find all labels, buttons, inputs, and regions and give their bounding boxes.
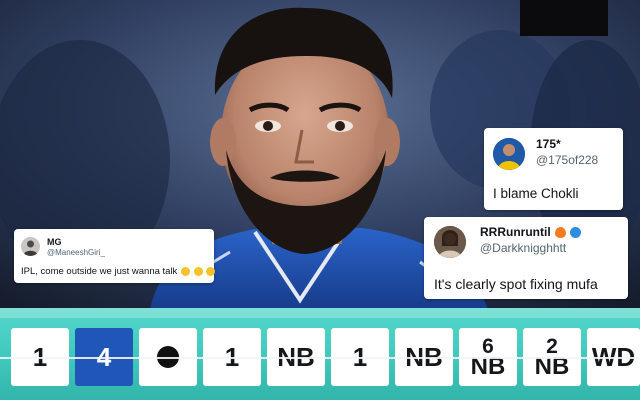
loudly-crying-face-icon: [206, 267, 216, 276]
tweet-card-mg[interactable]: MG @ManeeshGiri_ IPL, come outside we ju…: [14, 229, 216, 283]
tweet-card-175[interactable]: 175* @175of228 I blame Chokli: [484, 128, 623, 210]
avatar: [493, 138, 525, 170]
collage-divider-line: [0, 357, 640, 359]
tweet-author-name-text: RRRunruntil: [480, 225, 551, 239]
tweet-author-name: 175*: [536, 137, 561, 151]
tweet-author-handle: @Darkknigghhtt: [480, 241, 567, 255]
over-summary-strip: 1 4 1 NB 1 NB 6 NB: [0, 308, 640, 400]
tweet-text: It's clearly spot fixing mufa: [434, 276, 598, 292]
tweet-author-name: RRRunruntil: [480, 225, 582, 239]
corner-black-box: [520, 0, 608, 36]
tweet-text: I blame Chokli: [493, 186, 579, 201]
broadcast-frame: MG @ManeeshGiri_ IPL, come outside we ju…: [0, 0, 640, 400]
fire-icon: [555, 227, 566, 238]
loudly-crying-face-icon: [193, 267, 203, 276]
ball-row: 1 4 1 NB 1 NB 6 NB: [0, 328, 640, 392]
avatar: [21, 237, 40, 256]
loudly-crying-face-icon: [180, 267, 190, 276]
tweet-author-name: MG: [47, 237, 62, 247]
tweet-author-handle: @ManeeshGiri_: [47, 248, 105, 257]
tweet-author-handle: @175of228: [536, 153, 599, 167]
tweet-card-rrrunrununtil[interactable]: RRRunruntil @Darkknigghhtt It's clearly …: [424, 217, 628, 299]
strip-top-band: [0, 308, 640, 318]
wave-icon: [570, 227, 582, 238]
tweet-text-content: IPL, come outside we just wanna talk: [21, 266, 178, 277]
tweet-text: IPL, come outside we just wanna talk: [21, 266, 216, 277]
avatar: [434, 226, 466, 258]
